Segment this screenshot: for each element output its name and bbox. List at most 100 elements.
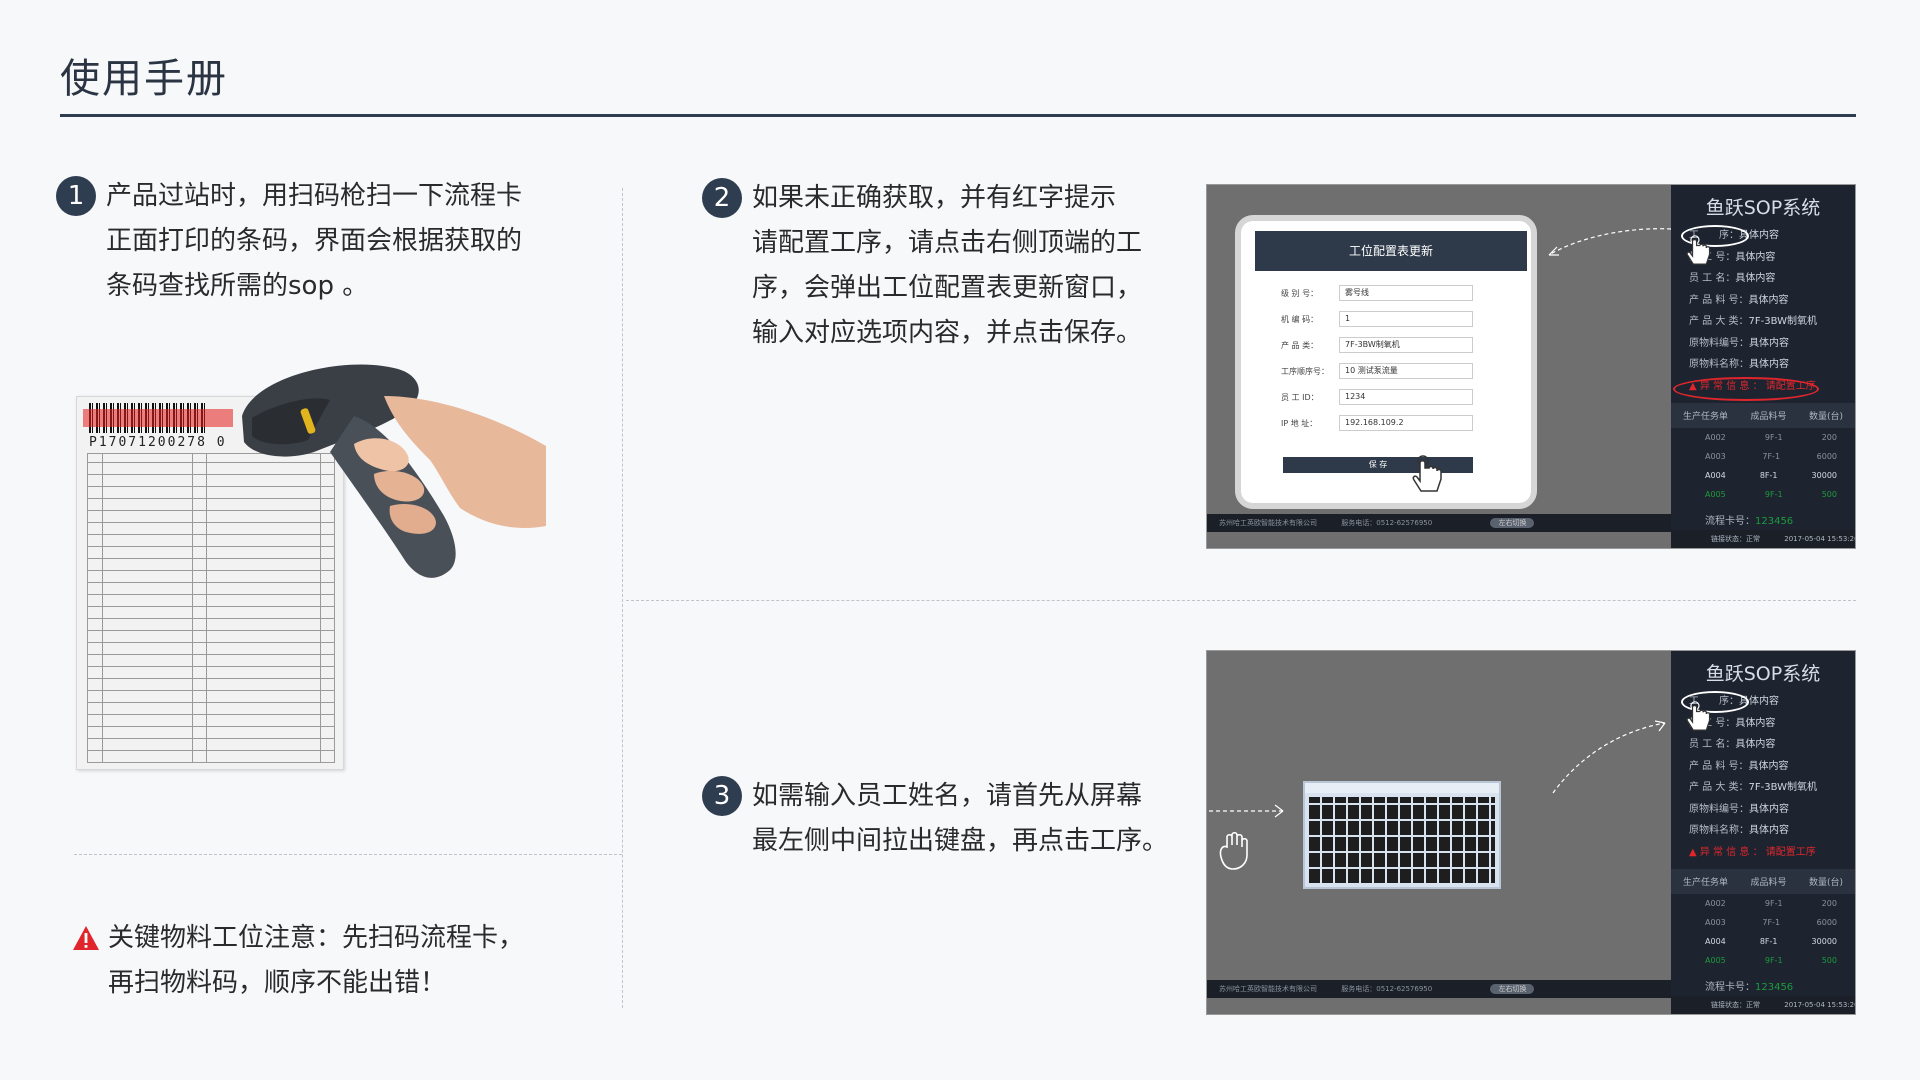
- info-label: 产 品 料 号：: [1689, 294, 1749, 306]
- process-order-input[interactable]: 10 测试泵流量: [1339, 363, 1473, 379]
- sop-screen-keyboard: 苏州哈工英欧智能技术有限公司 服务电话：0512-62576950 左右切换 鱼…: [1206, 650, 1856, 1015]
- info-label: 原物料编号：: [1689, 803, 1749, 815]
- table-row: A004 8F-1 30000: [1671, 932, 1855, 951]
- cell: 8F-1: [1759, 471, 1778, 480]
- column-divider: [622, 188, 623, 1008]
- info-row: 产 品 料 号：具体内容: [1671, 290, 1855, 312]
- table-row: A003 7F-1 6000: [1671, 447, 1855, 466]
- cell: A004: [1705, 937, 1726, 946]
- table-row: A005 9F-1 500: [1671, 951, 1855, 970]
- table-row: A004 8F-1 30000: [1671, 466, 1855, 485]
- step-1: 1 产品过站时，用扫码枪扫一下流程卡 正面打印的条码，界面会根据获取的 条码查找…: [56, 174, 522, 309]
- service-phone: 服务电话：0512-62576950: [1341, 985, 1433, 993]
- info-value: 具体内容: [1748, 760, 1789, 772]
- cell: 500: [1821, 490, 1837, 499]
- swipe-hand-icon: [1219, 831, 1248, 870]
- info-row: 员 工 名：具体内容: [1671, 268, 1855, 290]
- field-label: 级 别 号：: [1281, 288, 1319, 298]
- info-label: 原物料名称：: [1689, 359, 1749, 370]
- info-row: 原物料编号：具体内容: [1671, 799, 1855, 821]
- status-bar-right: 链接状态：正常 2017-05-04 15:53:20: [1671, 530, 1855, 548]
- cell: 9F-1: [1764, 490, 1783, 499]
- card-number: 123456: [1755, 982, 1794, 993]
- hand-pointer-icon: [1686, 235, 1711, 265]
- info-value: 具体内容: [1749, 803, 1789, 815]
- cell: 30000: [1811, 937, 1837, 946]
- cell: 9F-1: [1764, 433, 1783, 442]
- error-highlight: [1673, 377, 1819, 401]
- dialog-field: 机 编 码： 1: [1281, 311, 1473, 327]
- employee-id-input[interactable]: 1234: [1339, 389, 1473, 405]
- level-input[interactable]: 雾号线: [1339, 285, 1473, 301]
- step-number-badge: 1: [56, 176, 96, 216]
- cell: A003: [1705, 452, 1726, 461]
- column-header: 成品料号: [1750, 878, 1787, 888]
- field-label: 机 编 码：: [1281, 314, 1319, 324]
- scanner-photo: P17071200278 0: [74, 356, 546, 776]
- dialog-field: 级 别 号： 雾号线: [1281, 285, 1473, 301]
- info-value: 具体内容: [1735, 273, 1776, 284]
- machine-code-input[interactable]: 1: [1339, 311, 1473, 327]
- left-section-divider: [74, 854, 622, 855]
- card-label: 流程卡号：: [1705, 982, 1755, 993]
- info-value: 具体内容: [1735, 251, 1776, 263]
- field-label: 工序顺序号：: [1281, 366, 1329, 376]
- step-3: 3 如需输入员工姓名，请首先从屏幕 最左侧中间拉出键盘，再点击工序。: [702, 774, 1168, 864]
- column-header: 成品料号: [1750, 412, 1787, 422]
- step-number-badge: 2: [702, 178, 742, 218]
- cell: 500: [1821, 956, 1837, 965]
- scan-laser: [83, 409, 233, 427]
- onscreen-keyboard[interactable]: [1303, 781, 1501, 889]
- error-message: ▲ 异 常 信 息 ： 请配置工序: [1689, 846, 1816, 858]
- dialog-field: 产 品 类： 7F-3BW制氧机: [1281, 337, 1473, 353]
- card-label: 流程卡号：: [1705, 516, 1755, 527]
- step-line: 如需输入员工姓名，请首先从屏幕: [752, 781, 1143, 811]
- barcode-scanner-icon: [242, 364, 546, 578]
- toggle-button[interactable]: 左右切换: [1490, 518, 1535, 528]
- info-row: 原物料编号：具体内容: [1671, 333, 1855, 355]
- info-row: 产 品 大 类：7F-3BW制氧机: [1671, 311, 1855, 333]
- warning-note: 关键物料工位注意：先扫码流程卡， 再扫物料码，顺序不能出错！: [72, 916, 524, 1006]
- datetime: 2017-05-04 15:53:20: [1784, 1001, 1856, 1009]
- config-dialog: 工位配置表更新 级 别 号： 雾号线 机 编 码： 1 产 品 类： 7F-3B…: [1235, 215, 1537, 509]
- step-line: 条码查找所需的sop 。: [106, 271, 369, 301]
- step-line: 正面打印的条码，界面会根据获取的: [106, 226, 523, 256]
- cell: A003: [1705, 918, 1726, 927]
- cell: A002: [1705, 899, 1726, 908]
- cell: A004: [1705, 471, 1726, 480]
- keyboard-title-bar: [1305, 783, 1499, 793]
- cell: 8F-1: [1759, 937, 1778, 946]
- product-type-input[interactable]: 7F-3BW制氧机: [1339, 337, 1473, 353]
- warning-line: 关键物料工位注意：先扫码流程卡，: [108, 923, 525, 953]
- right-section-divider: [626, 600, 1856, 601]
- info-label: 员 工 名：: [1689, 739, 1736, 750]
- step-line: 如果未正确获取，并有红字提示: [752, 183, 1117, 213]
- card-number-row: 流程卡号：123456: [1671, 970, 1855, 993]
- sop-sidebar: 鱼跃SOP系统 工 序：具体内容 员 工 号：具体内容 员 工 名：具体内容 产…: [1671, 185, 1855, 532]
- card-number-row: 流程卡号：123456: [1671, 504, 1855, 527]
- cell: A005: [1705, 956, 1726, 965]
- cell: 6000: [1816, 918, 1837, 927]
- keyboard-keys[interactable]: [1309, 797, 1495, 883]
- card-number: 123456: [1755, 516, 1794, 527]
- cell: 9F-1: [1764, 899, 1783, 908]
- toggle-button[interactable]: 左右切换: [1490, 984, 1535, 994]
- info-value: 具体内容: [1748, 294, 1789, 306]
- warning-line: 再扫物料码，顺序不能出错！: [108, 968, 447, 998]
- step-line: 请配置工序，请点击右侧顶端的工: [752, 228, 1143, 258]
- info-value: 具体内容: [1735, 717, 1776, 729]
- info-row: 原物料名称：具体内容: [1671, 820, 1855, 842]
- step-line: 输入对应选项内容，并点击保存。: [752, 318, 1143, 348]
- field-label: 员 工 ID：: [1281, 392, 1319, 402]
- info-row: 原物料名称：具体内容: [1671, 354, 1855, 376]
- field-label: IP 地 址：: [1281, 418, 1318, 428]
- service-phone: 服务电话：0512-62576950: [1341, 519, 1433, 527]
- step-1-text: 产品过站时，用扫码枪扫一下流程卡 正面打印的条码，界面会根据获取的 条码查找所需…: [106, 174, 522, 309]
- status-bar-left: 苏州哈工英欧智能技术有限公司 服务电话：0512-62576950 左右切换: [1207, 980, 1672, 998]
- info-row: 员 工 名：具体内容: [1671, 734, 1855, 756]
- cell: 7F-1: [1762, 918, 1781, 927]
- ip-address-input[interactable]: 192.168.109.2: [1339, 415, 1473, 431]
- info-value: 7F-3BW制氧机: [1748, 782, 1818, 793]
- company-name: 苏州哈工英欧智能技术有限公司: [1219, 985, 1317, 993]
- info-value: 具体内容: [1735, 739, 1776, 750]
